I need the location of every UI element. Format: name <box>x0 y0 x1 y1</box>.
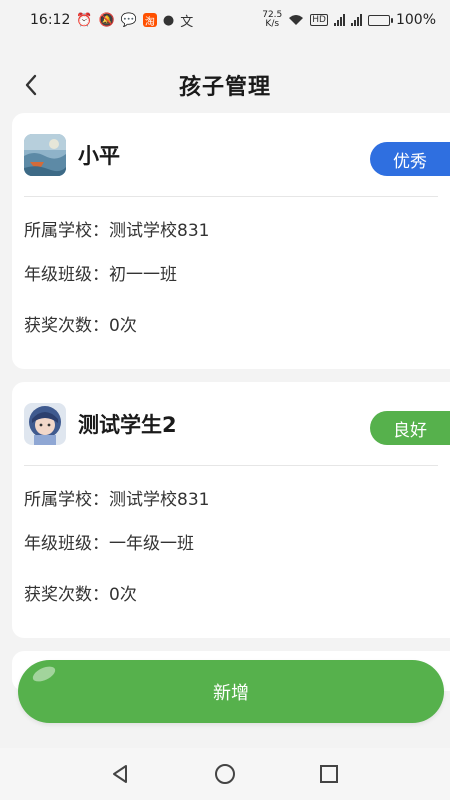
status-bar: 16:12 ⏰ 🔕 💬 淘 ● 文 72.5 K/s HD 100% <box>0 0 450 40</box>
nav-back-button[interactable] <box>106 759 136 789</box>
circle-home-icon <box>215 764 235 784</box>
screen: 16:12 ⏰ 🔕 💬 淘 ● 文 72.5 K/s HD 100% 孩子管理 … <box>0 0 450 800</box>
signal-2-icon <box>350 14 362 26</box>
text-icon: 文 <box>180 14 194 30</box>
chevron-left-icon <box>25 74 37 96</box>
battery-icon <box>367 14 393 26</box>
header: 孩子管理 <box>0 60 450 110</box>
taobao-icon: 淘 <box>142 13 157 28</box>
page-title: 孩子管理 <box>178 75 271 100</box>
awards-info: 获奖次数：0次 <box>24 316 137 336</box>
avatar <box>24 402 66 445</box>
class-info: 年级班级：初一一班 <box>24 265 177 285</box>
signal-1-icon <box>333 14 345 26</box>
child-name: 测试学生2 <box>78 412 177 437</box>
add-button-label: 新增 <box>213 682 249 704</box>
wechat-icon: 💬 <box>120 12 137 28</box>
school-info: 所属学校：测试学校831 <box>24 221 210 241</box>
child-card[interactable]: 测试学生2 良好 所属学校：测试学校831 年级班级：一年级一班 获奖次数：0次 <box>12 382 450 638</box>
child-card[interactable]: 小平 优秀 所属学校：测试学校831 年级班级：初一一班 获奖次数：0次 <box>12 113 450 369</box>
mute-icon: 🔕 <box>98 12 115 28</box>
child-card-header: 测试学生2 良好 <box>24 382 450 466</box>
awards-info: 获奖次数：0次 <box>24 585 137 605</box>
status-time: 16:12 <box>30 12 71 28</box>
system-nav-bar <box>0 748 450 800</box>
status-bar-left: 16:12 ⏰ 🔕 💬 淘 ● 文 <box>30 11 193 30</box>
nav-home-button[interactable] <box>210 759 240 789</box>
status-bar-right: 72.5 K/s HD 100% <box>262 11 436 29</box>
school-info: 所属学校：测试学校831 <box>24 490 210 510</box>
child-card-header: 小平 优秀 <box>24 113 450 197</box>
net-speed-unit: K/s <box>265 19 280 29</box>
triangle-back-icon <box>113 765 127 783</box>
square-recents-icon <box>320 765 338 783</box>
net-speed: 72.5 K/s <box>262 11 282 29</box>
class-info: 年级班级：一年级一班 <box>24 534 194 554</box>
back-button[interactable] <box>16 70 46 100</box>
add-child-button[interactable]: 新增 <box>18 660 444 723</box>
battery-percent: 100% <box>395 12 436 28</box>
status-badge: 优秀 <box>370 142 450 176</box>
alarm-icon: ⏰ <box>76 12 93 28</box>
button-highlight <box>30 663 58 685</box>
hd-icon: HD <box>310 14 328 26</box>
avatar <box>24 133 66 176</box>
wifi-icon <box>288 14 304 26</box>
nav-recents-button[interactable] <box>314 759 344 789</box>
status-badge: 良好 <box>370 411 450 445</box>
child-name: 小平 <box>78 143 120 168</box>
message-icon: ● <box>162 12 175 28</box>
